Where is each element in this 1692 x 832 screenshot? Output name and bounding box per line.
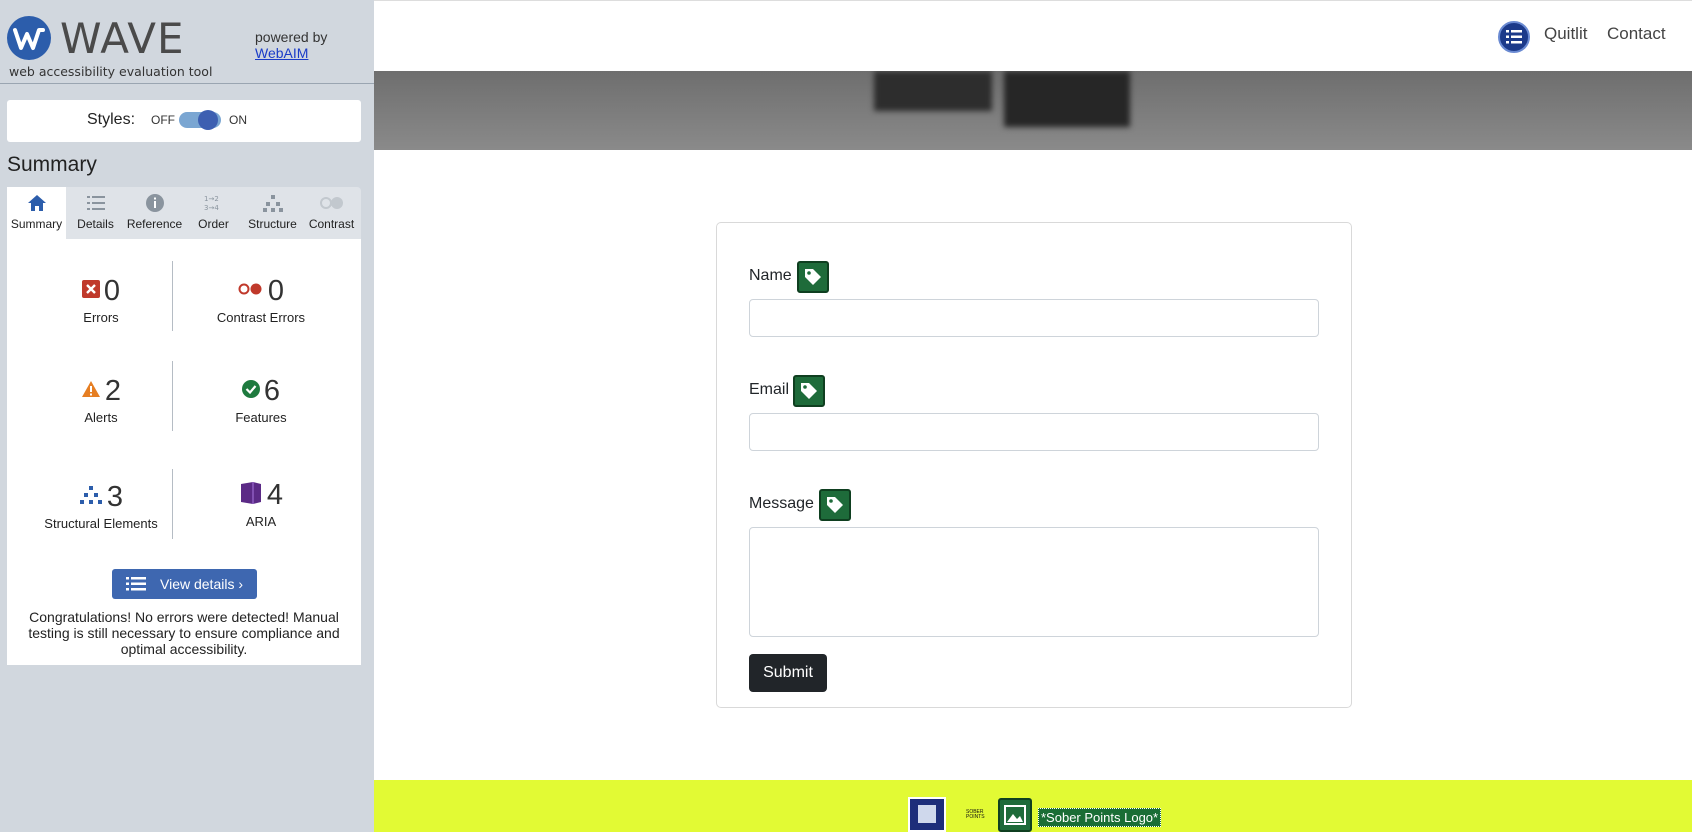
powered-by: powered by WebAIM — [255, 29, 327, 61]
toggle-on-label: ON — [229, 113, 247, 127]
errors-count: 0 — [103, 275, 121, 307]
nav-link-contact[interactable]: Contact — [1607, 24, 1666, 44]
wave-tabs: Summary Details Reference 1→2 3→4 Order S… — [7, 187, 361, 239]
contrast-errors-label: Contrast Errors — [216, 310, 306, 325]
message-label: Message — [749, 495, 814, 512]
error-icon — [81, 280, 100, 303]
list-icon — [66, 193, 125, 215]
summary-panel: 0 Errors 0 Contrast Errors 2 Alerts 6 Fe… — [7, 239, 361, 665]
wave-landmark-icon[interactable] — [908, 797, 946, 832]
sober-points-logo: SOBER POINTS — [966, 809, 985, 820]
contrast-icon — [302, 193, 361, 215]
tab-label: Structure — [248, 217, 297, 231]
aria-label: ARIA — [245, 514, 277, 529]
tab-summary[interactable]: Summary — [7, 187, 66, 239]
congrats-message: Congratulations! No errors were detected… — [28, 609, 340, 657]
hero-image — [374, 71, 1692, 150]
tab-order[interactable]: 1→2 3→4 Order — [184, 187, 243, 239]
alerts-count: 2 — [104, 375, 122, 407]
site-footer: SOBER POINTS *Sober Points Logo* — [374, 780, 1692, 832]
contact-form-card: Name Email Message Submit — [716, 222, 1352, 708]
email-label: Email — [749, 381, 790, 398]
list-icon — [126, 576, 146, 595]
wave-logo-icon — [7, 16, 51, 60]
hero-shape — [1004, 71, 1130, 127]
contrast-error-icon — [238, 281, 264, 302]
tab-contrast[interactable]: Contrast — [302, 187, 361, 239]
features-label: Features — [235, 410, 287, 425]
tab-label: Order — [198, 217, 229, 231]
name-input[interactable] — [749, 299, 1319, 337]
alerts-stat[interactable]: 2 Alerts — [21, 375, 181, 425]
message-textarea[interactable] — [749, 527, 1319, 637]
home-icon — [7, 193, 66, 215]
info-icon — [125, 193, 184, 215]
name-label: Name — [749, 267, 792, 284]
aria-count: 4 — [266, 479, 284, 511]
tab-structure[interactable]: Structure — [243, 187, 302, 239]
feature-icon — [241, 380, 260, 403]
tab-reference[interactable]: Reference — [125, 187, 184, 239]
tab-label: Summary — [10, 217, 63, 231]
wave-title: WAVE — [60, 14, 185, 63]
wave-header: WAVE web accessibility evaluation tool p… — [0, 0, 374, 84]
email-input[interactable] — [749, 413, 1319, 451]
alert-icon — [81, 380, 101, 403]
errors-stat[interactable]: 0 Errors — [21, 275, 181, 325]
hero-shape — [874, 71, 992, 111]
toggle-off-label: OFF — [151, 113, 175, 127]
powered-by-text: powered by — [255, 29, 328, 45]
nav-link-quitlit[interactable]: Quitlit — [1544, 24, 1587, 44]
wave-structure-icon[interactable] — [1498, 21, 1530, 53]
tab-label: Contrast — [308, 217, 355, 231]
aria-stat[interactable]: 4 ARIA — [181, 479, 341, 529]
submit-button[interactable]: Submit — [749, 654, 827, 692]
tab-label: Reference — [126, 217, 183, 231]
structural-stat[interactable]: 3 Structural Elements — [21, 481, 181, 531]
image-alt-text: *Sober Points Logo* — [1038, 808, 1162, 827]
structural-count: 3 — [106, 481, 124, 513]
styles-toggle-knob[interactable] — [198, 110, 218, 130]
summary-heading: Summary — [7, 153, 97, 176]
view-details-label: View details › — [160, 576, 244, 592]
styles-toggle-box: Styles: OFF ON — [7, 100, 361, 142]
wave-sidebar: WAVE web accessibility evaluation tool p… — [0, 0, 374, 832]
divider — [172, 361, 173, 431]
contrast-errors-count: 0 — [267, 275, 285, 307]
label-tag-icon[interactable] — [819, 489, 851, 521]
svg-text:1→2: 1→2 — [204, 195, 219, 203]
errors-label: Errors — [83, 310, 119, 325]
label-tag-icon[interactable] — [797, 261, 829, 293]
contrast-errors-stat[interactable]: 0 Contrast Errors — [181, 275, 341, 325]
structural-label: Structural Elements — [44, 516, 158, 531]
site-navbar: Quitlit Contact — [374, 0, 1692, 71]
features-stat[interactable]: 6 Features — [181, 375, 341, 425]
tab-details[interactable]: Details — [66, 187, 125, 239]
divider — [172, 261, 173, 331]
label-tag-icon[interactable] — [793, 375, 825, 407]
aria-icon — [239, 481, 263, 510]
features-count: 6 — [263, 375, 281, 407]
structure-icon — [79, 485, 103, 510]
landmark-icon-inner — [918, 805, 936, 823]
image-alt-icon[interactable] — [998, 798, 1032, 832]
svg-text:3→4: 3→4 — [204, 204, 219, 212]
order-icon: 1→2 3→4 — [184, 193, 243, 215]
styles-label: Styles: — [87, 111, 136, 128]
structure-icon — [243, 193, 302, 215]
wave-subtitle: web accessibility evaluation tool — [9, 64, 213, 79]
webaim-link[interactable]: WebAIM — [255, 45, 327, 61]
evaluated-page: Quitlit Contact Name Email Message Submi… — [374, 0, 1692, 832]
divider — [172, 469, 173, 539]
tab-label: Details — [77, 217, 114, 231]
alerts-label: Alerts — [84, 410, 118, 425]
view-details-button[interactable]: View details › — [112, 569, 257, 599]
